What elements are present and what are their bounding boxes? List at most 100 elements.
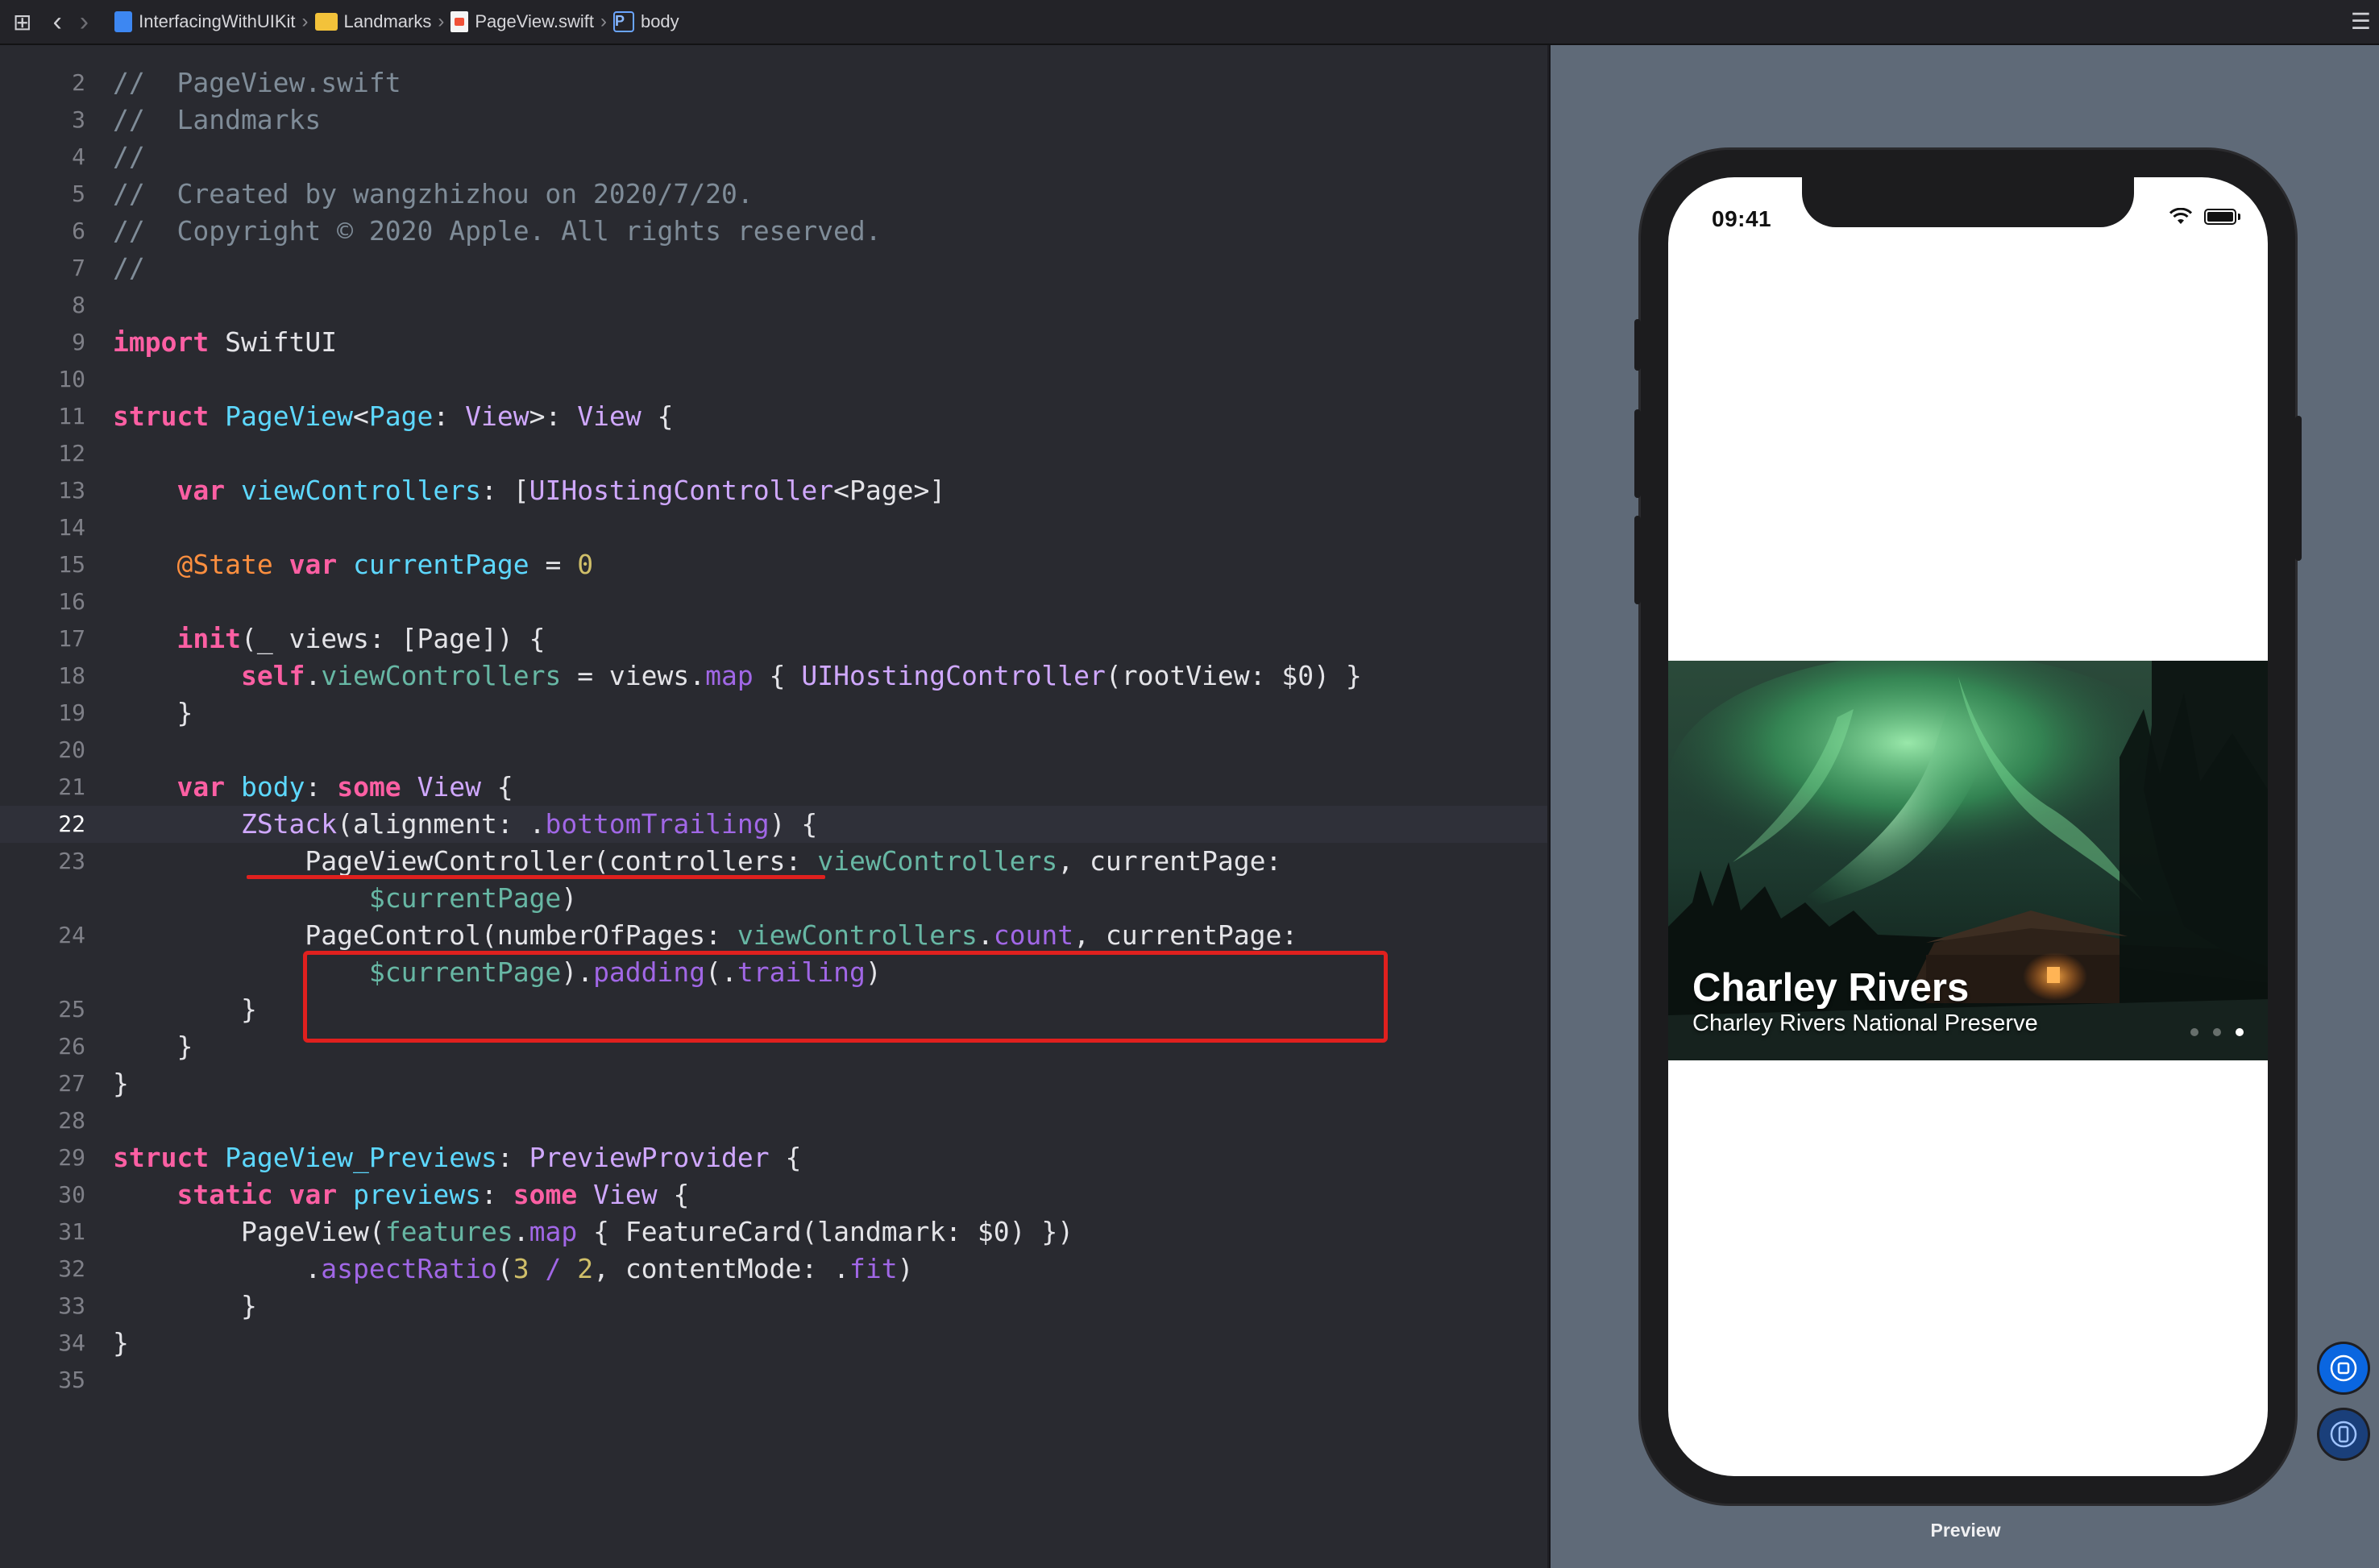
line-number: 17 [58, 625, 85, 652]
swift-file-icon [450, 11, 469, 32]
code-line[interactable]: 27} [0, 1065, 1547, 1102]
code-token: PreviewProvider [529, 1142, 770, 1173]
code-line[interactable]: 33 } [0, 1288, 1547, 1325]
code-line[interactable]: 32 .aspectRatio(3 / 2, contentMode: .fit… [0, 1251, 1547, 1288]
line-number: 29 [58, 1144, 85, 1171]
code-token: PageViewController [305, 845, 594, 877]
code-line[interactable]: 10 [0, 361, 1547, 398]
live-preview-button[interactable] [2319, 1344, 2368, 1392]
code-line[interactable]: 11 struct PageView<Page: View>: View { [0, 398, 1547, 435]
breadcrumb-project[interactable]: InterfacingWithUIKit › [114, 10, 309, 33]
line-number: 23 [58, 848, 85, 874]
page-indicator-dot[interactable] [2190, 1028, 2198, 1036]
code-line[interactable]: 5 // Created by wangzhizhou on 2020/7/20. [0, 176, 1547, 213]
breadcrumb-folder[interactable]: Landmarks › [314, 10, 444, 33]
code-token: // Created by wangzhizhou on 2020/7/20. [113, 178, 754, 209]
code-token: ) { [769, 808, 818, 840]
code-token: map [529, 1216, 578, 1247]
page-indicator-dot[interactable] [2213, 1028, 2221, 1036]
breadcrumb-file[interactable]: PageView.swift › [450, 10, 607, 33]
annotation-highlight-box [303, 951, 1388, 1043]
breadcrumb-symbol[interactable]: P body [612, 11, 679, 32]
code-line[interactable]: 16 [0, 583, 1547, 620]
code-token: } [176, 697, 193, 728]
code-text: } [113, 1325, 129, 1362]
code-token: viewControllers [321, 660, 562, 691]
code-text: .aspectRatio(3 / 2, contentMode: .fit) [113, 1251, 913, 1288]
code-token: body [240, 771, 305, 803]
code-token: init [176, 623, 241, 654]
code-line[interactable]: $currentPage) [0, 880, 1547, 917]
status-time: 09:41 [1712, 206, 1772, 231]
volume-up-button [1634, 409, 1641, 498]
line-number: 11 [58, 403, 85, 429]
code-line[interactable]: 24 PageControl(numberOfPages: viewContro… [0, 917, 1547, 954]
code-token: } [113, 1327, 129, 1359]
code-line[interactable]: 2 // PageView.swift [0, 64, 1547, 102]
code-line[interactable]: 30 static var previews: some View { [0, 1176, 1547, 1213]
device-icon [2330, 1421, 2357, 1448]
page-control[interactable] [2176, 1028, 2244, 1036]
code-line[interactable]: 34} [0, 1325, 1547, 1362]
code-line[interactable]: 18 self.viewControllers = views.map { UI… [0, 657, 1547, 695]
back-chevron-icon[interactable]: ‹ [52, 8, 61, 35]
code-line[interactable]: 14 [0, 509, 1547, 546]
code-token: viewControllers [737, 919, 978, 951]
code-line[interactable]: 35 [0, 1362, 1547, 1399]
code-line[interactable]: 15 @State var currentPage = 0 [0, 546, 1547, 583]
code-line[interactable]: 3 // Landmarks [0, 102, 1547, 139]
code-text: PageView(features.map { FeatureCard(land… [113, 1213, 1073, 1251]
code-line[interactable]: 4 // [0, 139, 1547, 176]
preview-label: Preview [1930, 1520, 2001, 1541]
line-number: 14 [58, 514, 85, 541]
code-token: // [113, 252, 145, 284]
code-text: // Copyright © 2020 Apple. All rights re… [113, 213, 882, 250]
feature-subtitle: Charley Rivers National Preserve [1692, 1010, 2038, 1036]
code-token: ( [368, 1216, 385, 1247]
device-preview-button[interactable] [2319, 1410, 2368, 1458]
code-text: // [113, 139, 145, 176]
code-token: } [240, 993, 257, 1025]
code-line[interactable]: 22 ZStack(alignment: .bottomTrailing) { [0, 806, 1547, 843]
code-text: } [113, 991, 257, 1028]
code-token: = [529, 549, 578, 580]
code-editor[interactable]: 2 // PageView.swift 3 // Landmarks 4 // 5 // Cr… [0, 45, 1547, 1568]
code-line[interactable]: 12 [0, 435, 1547, 472]
line-number: 12 [58, 440, 85, 467]
code-token: View [593, 1179, 658, 1210]
code-line[interactable]: 6 // Copyright © 2020 Apple. All rights r… [0, 213, 1547, 250]
code-line[interactable]: 28 [0, 1102, 1547, 1139]
code-token: import [113, 326, 210, 358]
code-line[interactable]: 20 [0, 732, 1547, 769]
forward-chevron-icon[interactable]: › [80, 8, 89, 35]
code-line[interactable]: 31 PageView(features.map { FeatureCard(l… [0, 1213, 1547, 1251]
page-indicator-dot[interactable] [2236, 1028, 2244, 1036]
line-number: 19 [58, 699, 85, 726]
code-token: features [384, 1216, 513, 1247]
code-line[interactable]: 9 import SwiftUI [0, 324, 1547, 361]
code-token: ) [561, 882, 578, 914]
line-number: 33 [58, 1292, 85, 1319]
code-token: viewControllers [817, 845, 1058, 877]
code-token: currentPage [353, 549, 529, 580]
code-line[interactable]: 29 struct PageView_Previews: PreviewProvi… [0, 1139, 1547, 1176]
code-line[interactable]: 13 var viewControllers: [UIHostingContro… [0, 472, 1547, 509]
code-line[interactable]: 19 } [0, 695, 1547, 732]
code-line[interactable]: 21 var body: some View { [0, 769, 1547, 806]
code-line[interactable]: 8 [0, 287, 1547, 324]
code-text: import SwiftUI [113, 324, 337, 361]
feature-card[interactable]: Charley Rivers Charley Rivers National P… [1668, 661, 2268, 1060]
code-token: (_ views: [Page]) { [240, 623, 546, 654]
code-token: FeatureCard [625, 1216, 802, 1247]
code-line[interactable]: 17 init(_ views: [Page]) { [0, 620, 1547, 657]
code-text: @State var currentPage = 0 [113, 546, 593, 583]
code-token: } [240, 1290, 257, 1321]
line-number: 8 [72, 292, 85, 318]
line-number: 34 [58, 1329, 85, 1356]
related-items-grid-icon[interactable]: ⊞ [13, 9, 31, 35]
code-token: , currentPage: [1073, 919, 1298, 951]
code-token: aspectRatio [321, 1253, 497, 1284]
code-text: struct PageView<Page: View>: View { [113, 398, 673, 435]
code-line[interactable]: 7 // [0, 250, 1547, 287]
editor-options-icon[interactable]: ☰ [2351, 8, 2371, 35]
